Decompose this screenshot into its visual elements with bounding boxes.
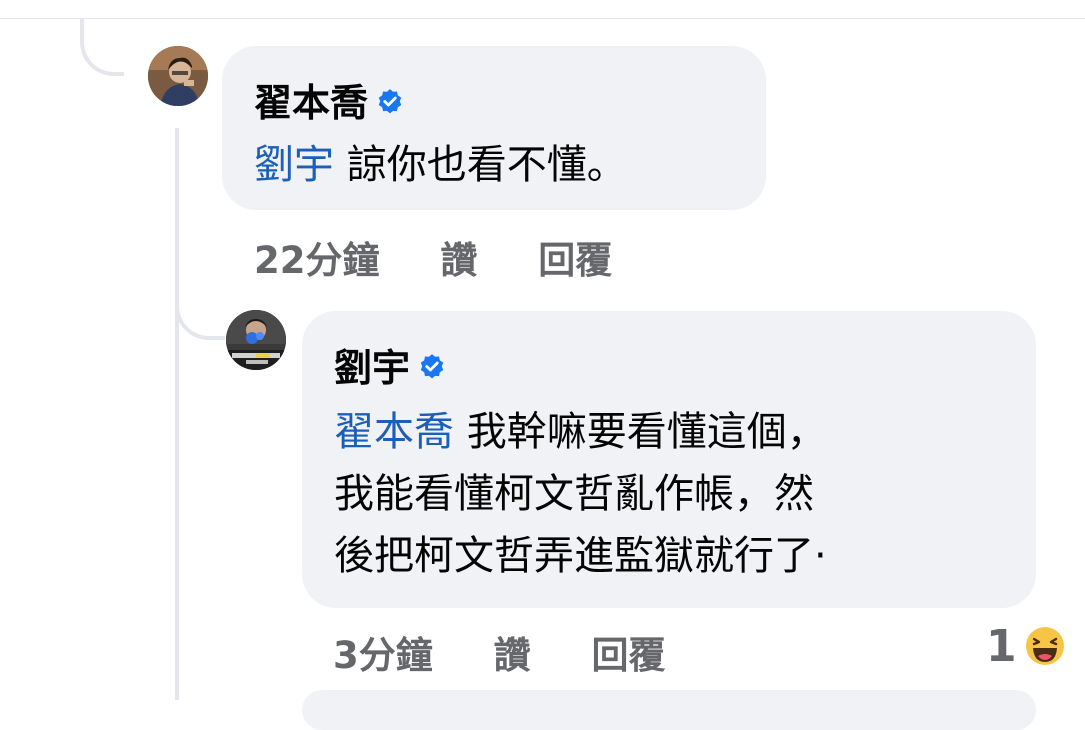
reply-button[interactable]: 回覆 xyxy=(538,239,612,282)
comment-timestamp[interactable]: 3分鐘 xyxy=(333,634,433,677)
like-button[interactable]: 讚 xyxy=(494,634,531,677)
comment-text: 翟本喬 我幹嘛要看懂這個， 我能看懂柯文哲亂作帳，然 後把柯文哲弄進監獄就行了· xyxy=(334,401,827,587)
comment-actions: 22分鐘 讚 回覆 xyxy=(254,230,660,284)
reaction-count: 1 xyxy=(986,620,1017,672)
comment-timestamp[interactable]: 22分鐘 xyxy=(254,239,380,282)
verified-badge-icon xyxy=(420,353,444,378)
reply-button[interactable]: 回覆 xyxy=(592,634,666,677)
comment-line-1: 翟本喬 我幹嘛要看懂這個， xyxy=(334,401,827,463)
mention-link[interactable]: 翟本喬 xyxy=(334,409,454,455)
comment-line: 諒你也看不懂。 xyxy=(346,142,627,188)
avatar[interactable] xyxy=(226,310,286,370)
comment-text: 劉宇 諒你也看不懂。 xyxy=(254,134,627,196)
top-divider xyxy=(0,0,1085,19)
next-comment-bubble xyxy=(302,690,1036,730)
verified-badge-icon xyxy=(378,88,402,113)
comment-author[interactable]: 翟本喬 xyxy=(254,80,404,126)
thread-connector-reply xyxy=(175,262,225,340)
haha-emoji-icon xyxy=(1023,625,1066,667)
reply-bubble: 劉宇 翟本喬 我幹嘛要看懂這個， 我能看懂柯文哲亂作帳，然 後把柯文哲弄進監獄就… xyxy=(302,311,1036,608)
thread-connector-top xyxy=(80,18,124,76)
mention-link[interactable]: 劉宇 xyxy=(254,142,334,188)
comment-line: 我幹嘛要看懂這個， xyxy=(466,409,827,455)
comment-line-2: 我能看懂柯文哲亂作帳，然 xyxy=(334,471,814,517)
reaction-summary[interactable]: 1 xyxy=(986,620,1067,672)
avatar-photo xyxy=(148,46,208,106)
comment-actions: 3分鐘 讚 回覆 xyxy=(333,625,714,679)
avatar[interactable] xyxy=(148,46,208,106)
comment-line-3: 後把柯文哲弄進監獄就行了· xyxy=(334,533,827,579)
like-button[interactable]: 讚 xyxy=(440,239,477,282)
avatar-photo xyxy=(226,310,286,370)
thread-line xyxy=(175,128,179,700)
comment-author[interactable]: 劉宇 xyxy=(334,345,446,391)
comment-bubble: 翟本喬 劉宇 諒你也看不懂。 xyxy=(222,46,766,210)
